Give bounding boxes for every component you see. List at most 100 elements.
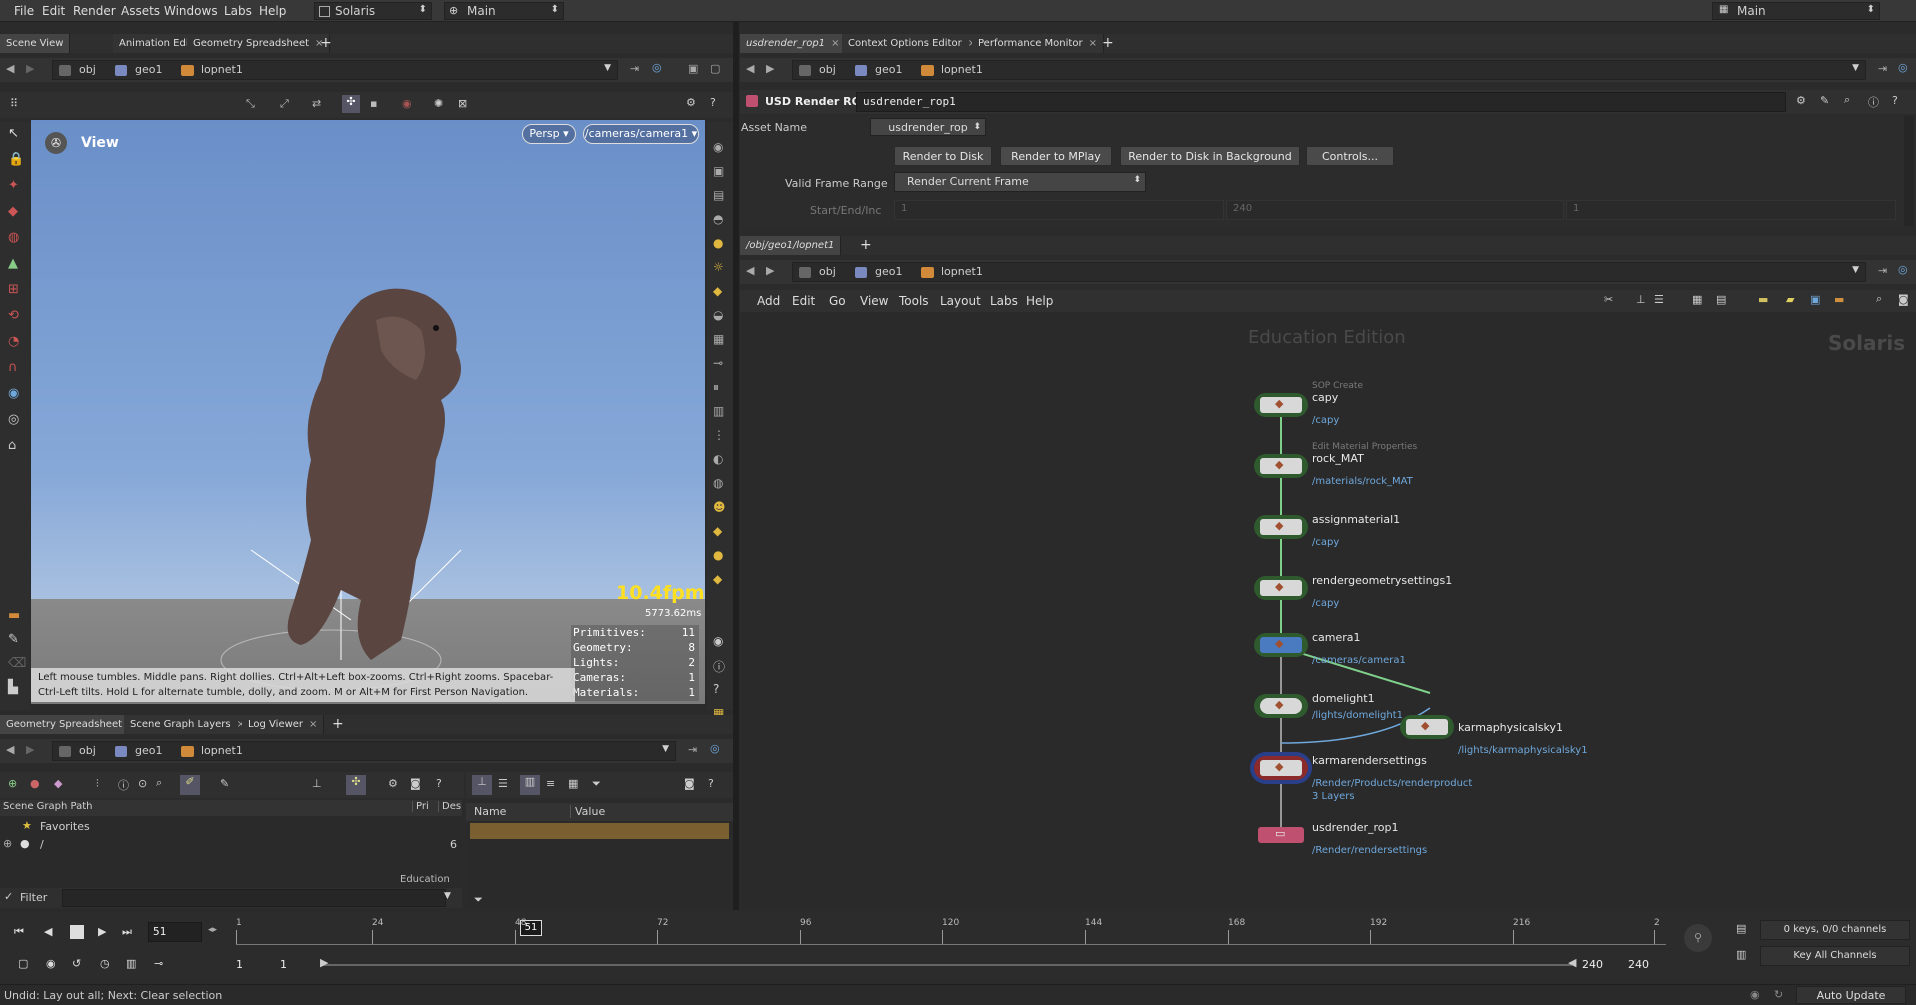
rotate-icon[interactable]: ✦ <box>8 178 19 193</box>
auto-update-menu[interactable]: Auto Update <box>1796 986 1906 1004</box>
net-menu-labs[interactable]: Labs <box>990 290 1018 312</box>
path-geo[interactable]: geo1 <box>875 265 902 278</box>
node-name-field[interactable]: usdrender_rop1 <box>856 92 1786 112</box>
path-geo[interactable]: geo1 <box>135 63 162 76</box>
tab-log-viewer[interactable]: Log Viewer × <box>242 715 325 734</box>
play-icon[interactable]: ▶ <box>98 925 106 938</box>
filter-icon[interactable]: ⫶ <box>96 777 99 791</box>
viewport[interactable]: ✇ View Persp ▾ /cameras/camera1 ▾ 10.4fp… <box>31 120 705 704</box>
selected-row[interactable] <box>470 823 729 839</box>
col-value[interactable]: Value <box>570 805 605 818</box>
gear-icon[interactable]: ⚙ <box>686 96 696 109</box>
tab-geometry-spreadsheet[interactable]: Geometry Spreadsheet × <box>187 34 331 53</box>
magnet-icon[interactable]: ∩ <box>8 360 18 375</box>
back-icon[interactable]: ◀ <box>6 62 14 75</box>
chevron-down-icon[interactable]: ▼ <box>444 891 451 901</box>
tree-row-favorites[interactable]: ★ Favorites <box>0 818 462 835</box>
help-icon[interactable]: ? <box>708 777 714 790</box>
select-tool-icon[interactable]: ⤢ <box>280 97 289 111</box>
node-label[interactable]: usdrender_rop1 <box>1312 821 1398 834</box>
context-select[interactable]: ⊕ Main ⬍ <box>444 2 564 20</box>
asset-name-menu[interactable]: usdrender_rop ⬍ <box>870 118 986 136</box>
controls-button[interactable]: Controls... <box>1306 146 1394 166</box>
add-tab-button[interactable]: + <box>854 236 878 255</box>
snap-icon[interactable]: ✣ <box>342 95 360 113</box>
node-label[interactable]: assignmaterial1 <box>1312 513 1400 526</box>
node-camera1[interactable]: ◆ <box>1254 633 1308 657</box>
pick-icon[interactable]: ✎ <box>220 777 229 790</box>
maximize-icon[interactable]: ▢ <box>710 62 720 75</box>
tab-usdrender-rop1[interactable]: usdrender_rop1 × <box>740 34 847 53</box>
back-icon[interactable]: ◀ <box>746 264 754 277</box>
loop-icon[interactable]: ↺ <box>72 957 81 970</box>
note-icon[interactable]: ▰ <box>1786 293 1794 306</box>
info-icon[interactable]: ⓘ <box>1868 94 1879 110</box>
pencil-icon[interactable]: ✎ <box>8 632 19 647</box>
shadow-icon[interactable]: ◒ <box>713 308 723 322</box>
record-icon[interactable]: ◉ <box>402 97 412 110</box>
render-to-disk-button[interactable]: Render to Disk <box>894 146 992 166</box>
clock-icon[interactable]: ◷ <box>100 957 110 970</box>
inc-field[interactable]: 1 <box>1566 200 1896 220</box>
chevron-down-icon[interactable]: ▼ <box>1852 265 1859 275</box>
node-domelight1[interactable]: ◆ <box>1254 694 1308 718</box>
menu-windows[interactable]: Windows <box>164 0 218 22</box>
keys-readout[interactable]: 0 keys, 0/0 channels <box>1760 920 1910 940</box>
list-icon[interactable]: ☰ <box>1654 293 1664 306</box>
net-menu-edit[interactable]: Edit <box>792 290 815 312</box>
net-menu-add[interactable]: Add <box>757 290 780 312</box>
tab-context-options[interactable]: Context Options Editor× <box>842 34 984 53</box>
info-icon[interactable]: ⓘ <box>713 658 725 675</box>
paint-icon[interactable]: ▙ <box>8 680 18 695</box>
node-label[interactable]: capy <box>1312 391 1338 404</box>
tree-view-icon[interactable]: ⊥ <box>472 775 492 795</box>
col-name[interactable]: Name <box>474 805 506 818</box>
fog-icon[interactable]: ⋮ <box>713 428 725 442</box>
add-tab-button[interactable]: + <box>326 715 350 734</box>
net-menu-view[interactable]: View <box>860 290 888 312</box>
help-icon[interactable]: ? <box>1892 94 1898 107</box>
menu-assets[interactable]: Assets <box>121 0 160 22</box>
frame-range-menu[interactable]: Render Current Frame ⬍ <box>894 172 1146 192</box>
camera-icon[interactable]: ◙ <box>410 777 421 790</box>
add-prim-icon[interactable]: ⊕ <box>8 777 17 790</box>
wrench-icon[interactable]: ✂ <box>1604 293 1613 306</box>
pause-icon[interactable]: ⏸ <box>713 380 719 395</box>
ghost-icon[interactable]: ☻ <box>713 500 726 514</box>
tree-row-root[interactable]: ⊕ ● / 6 <box>0 836 462 853</box>
grid-icon[interactable]: ▦ <box>568 777 578 790</box>
jump-start-icon[interactable]: ⏮ <box>14 925 24 939</box>
link-icon[interactable]: ◎ <box>1898 61 1908 74</box>
axis-icon[interactable]: ⊥ <box>312 777 322 790</box>
net-menu-help[interactable]: Help <box>1026 290 1053 312</box>
start-field[interactable]: 1 <box>236 958 243 971</box>
node-label[interactable]: karmarendersettings <box>1312 754 1427 767</box>
add-tab-button[interactable]: + <box>314 34 338 53</box>
tile-view-icon[interactable]: ▤ <box>1716 293 1726 306</box>
filter-check-icon[interactable]: ✓ <box>4 890 13 903</box>
bg-icon[interactable]: ● <box>713 236 723 250</box>
lock-icon[interactable]: 🔒 <box>8 152 24 167</box>
net-menu-tools[interactable]: Tools <box>899 290 929 312</box>
help-icon[interactable]: ? <box>710 96 716 109</box>
key-all-menu[interactable]: Key All Channels <box>1760 946 1910 966</box>
pin-icon[interactable]: ⇥ <box>1878 264 1887 277</box>
forward-icon[interactable]: ▶ <box>766 62 774 75</box>
camera-link-icon[interactable]: ◔ <box>8 334 19 349</box>
path-geo[interactable]: geo1 <box>875 63 902 76</box>
camera-icon[interactable]: ◙ <box>1898 293 1909 306</box>
key-icon[interactable]: ▥ <box>1736 948 1746 961</box>
funnel-icon[interactable]: ⏷ <box>592 777 601 791</box>
hdr-icon[interactable]: ◐ <box>713 452 723 466</box>
node-usdrender_rop1[interactable]: ▭ <box>1254 823 1308 847</box>
info-icon[interactable]: ⓘ <box>118 777 129 793</box>
filter-input[interactable] <box>62 889 446 907</box>
forward-icon[interactable]: ▶ <box>26 62 34 75</box>
camera-icon[interactable]: ◙ <box>684 777 695 790</box>
measure-icon[interactable]: ⊞ <box>8 282 19 297</box>
node-rock_MAT[interactable]: ◆ <box>1254 454 1308 478</box>
box-icon[interactable]: ▬ <box>1834 293 1844 306</box>
expand-icon[interactable]: ◆ <box>54 777 62 790</box>
flag-icon[interactable]: ◆ <box>713 524 722 538</box>
start-field[interactable]: 1 <box>894 200 1224 220</box>
